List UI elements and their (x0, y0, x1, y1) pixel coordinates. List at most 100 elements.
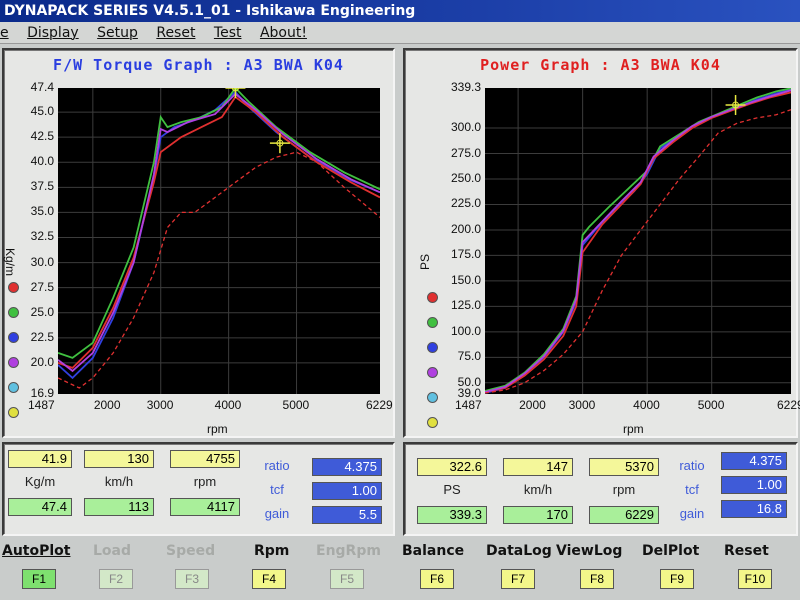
torque-legend-color-4-icon[interactable] (8, 357, 19, 368)
torque-x-tick-label: 6229 (366, 398, 393, 412)
menu-item-test[interactable]: Test (207, 22, 249, 44)
torque-peak-value: 47.4 (8, 498, 72, 516)
fkey-label-f7: DataLog (486, 543, 552, 559)
power-y-tick-label: 175.0 (450, 247, 481, 262)
torque-legend-color-5-icon[interactable] (8, 382, 19, 393)
torque-legend-color-1-icon[interactable] (8, 282, 19, 293)
torque-current-value: 41.9 (8, 450, 72, 468)
fkey-button-f10[interactable]: F10 (738, 569, 772, 589)
window-title: DYNAPACK SERIES V4.5.1_01 - Ishikawa Eng… (0, 0, 800, 22)
torque-unit-label: Kg/m (24, 474, 56, 489)
power-legend-color-6-icon[interactable] (427, 417, 438, 428)
torque-ratio-value: 4.375 (312, 458, 382, 476)
torque-rpm-unit-label: rpm (193, 474, 217, 489)
torque-legend-color-3-icon[interactable] (8, 332, 19, 343)
power-y-tick-label: 300.0 (450, 120, 481, 135)
fkey-button-f3[interactable]: F3 (175, 569, 209, 589)
fkey-label-f10: Reset (724, 543, 769, 559)
menu-item-reset[interactable]: Reset (149, 22, 202, 44)
torque-y-tick-label: 27.5 (30, 279, 54, 294)
fkey-button-f1[interactable]: F1 (22, 569, 56, 589)
power-gain-label: gain (679, 506, 705, 521)
power-x-tick-label: 6229 (777, 398, 800, 412)
torque-y-tick-label: 20.0 (30, 354, 54, 369)
power-y-tick-label: 125.0 (450, 298, 481, 313)
power-ratio-label: ratio (679, 458, 705, 473)
torque-y-tick-label: 45.0 (30, 104, 54, 119)
torque-y-tick-label: 47.4 (30, 80, 54, 94)
fkey-label-f9: DelPlot (642, 543, 700, 559)
power-legend-color-3-icon[interactable] (427, 342, 438, 353)
power-graph-title: Power Graph : A3 BWA K04 (480, 56, 721, 74)
power-speed-unit-label: km/h (523, 482, 553, 497)
torque-ratio-label: ratio (264, 458, 290, 473)
torque-x-tick-label: 4000 (214, 398, 242, 412)
torque-x-axis-label: rpm (207, 422, 228, 436)
power-peak-speed: 170 (503, 506, 573, 524)
torque-y-tick-label: 40.0 (30, 154, 54, 169)
menu-bar: e Display Setup Reset Test About! (0, 22, 800, 44)
power-y-tick-label: 275.0 (450, 145, 481, 160)
fkey-label-f8: ViewLog (556, 543, 623, 559)
power-tcf-value: 1.00 (721, 476, 787, 494)
torque-x-tick-label: 1487 (28, 398, 55, 412)
power-peak-rpm: 6229 (589, 506, 659, 524)
torque-peak-speed: 113 (84, 498, 154, 516)
power-series-2-line (485, 88, 791, 392)
torque-plot-area (58, 88, 380, 394)
power-current-value: 322.6 (417, 458, 487, 476)
power-y-tick-label: 100.0 (450, 323, 481, 338)
fkey-label-f1: AutoPlot (2, 543, 71, 559)
torque-y-tick-label: 42.5 (30, 129, 54, 144)
menu-item-about[interactable]: About! (253, 22, 314, 44)
torque-grid (58, 88, 380, 394)
torque-graph-title: F/W Torque Graph : A3 BWA K04 (53, 56, 344, 74)
power-legend-color-2-icon[interactable] (427, 317, 438, 328)
power-y-tick-label: 339.3 (450, 80, 481, 94)
power-y-tick-label: 200.0 (450, 221, 481, 236)
power-ratio-value: 4.375 (721, 452, 787, 470)
power-y-axis-label: PS (418, 253, 433, 271)
torque-y-tick-label: 30.0 (30, 254, 54, 269)
power-gain-value: 16.8 (721, 500, 787, 518)
fkey-label-f5: EngRpm (316, 543, 381, 559)
fkey-button-f2[interactable]: F2 (99, 569, 133, 589)
power-y-tick-label: 225.0 (450, 196, 481, 211)
fkey-button-f8[interactable]: F8 (580, 569, 614, 589)
torque-tcf-label: tcf (270, 482, 284, 497)
torque-y-tick-label: 25.0 (30, 304, 54, 319)
torque-legend-color-2-icon[interactable] (8, 307, 19, 318)
torque-chart-svg (58, 88, 380, 394)
menu-item-display[interactable]: Display (20, 22, 86, 44)
power-series-5-line (485, 109, 791, 394)
menu-item-setup[interactable]: Setup (90, 22, 145, 44)
fkey-button-f6[interactable]: F6 (420, 569, 454, 589)
torque-peak-rpm: 4117 (170, 498, 240, 516)
power-legend-color-1-icon[interactable] (427, 292, 438, 303)
power-x-tick-label: 3000 (568, 398, 596, 412)
menu-item-file[interactable]: e (0, 22, 16, 44)
torque-y-axis-label: Kg/m (3, 247, 18, 277)
torque-x-tick-label: 3000 (146, 398, 174, 412)
power-chart-svg (485, 88, 791, 394)
power-graph-panel: Power Graph : A3 BWA K04 339.3 300.0 275.0… (403, 48, 800, 438)
torque-speed-unit-label: km/h (104, 474, 134, 489)
torque-legend-color-6-icon[interactable] (8, 407, 19, 418)
power-peak-value: 339.3 (417, 506, 487, 524)
fkey-button-f5[interactable]: F5 (330, 569, 364, 589)
power-legend-color-4-icon[interactable] (427, 367, 438, 378)
fkey-button-f7[interactable]: F7 (501, 569, 535, 589)
fkey-label-f6: Balance (402, 543, 465, 559)
fkey-button-f9[interactable]: F9 (660, 569, 694, 589)
power-series-4-line (485, 89, 791, 393)
power-current-speed: 147 (503, 458, 573, 476)
fkey-label-f2: Load (93, 543, 132, 559)
torque-y-tick-label: 22.5 (30, 329, 54, 344)
fkey-button-f4[interactable]: F4 (252, 569, 286, 589)
power-series-1-line (485, 88, 791, 394)
power-legend-color-5-icon[interactable] (427, 392, 438, 403)
power-readout-panel: 322.6 147 5370 PS km/h rpm 339.3 170 622… (403, 442, 798, 536)
torque-current-rpm: 4755 (170, 450, 240, 468)
torque-series-1-line (58, 90, 380, 380)
torque-y-tick-label: 37.5 (30, 179, 54, 194)
